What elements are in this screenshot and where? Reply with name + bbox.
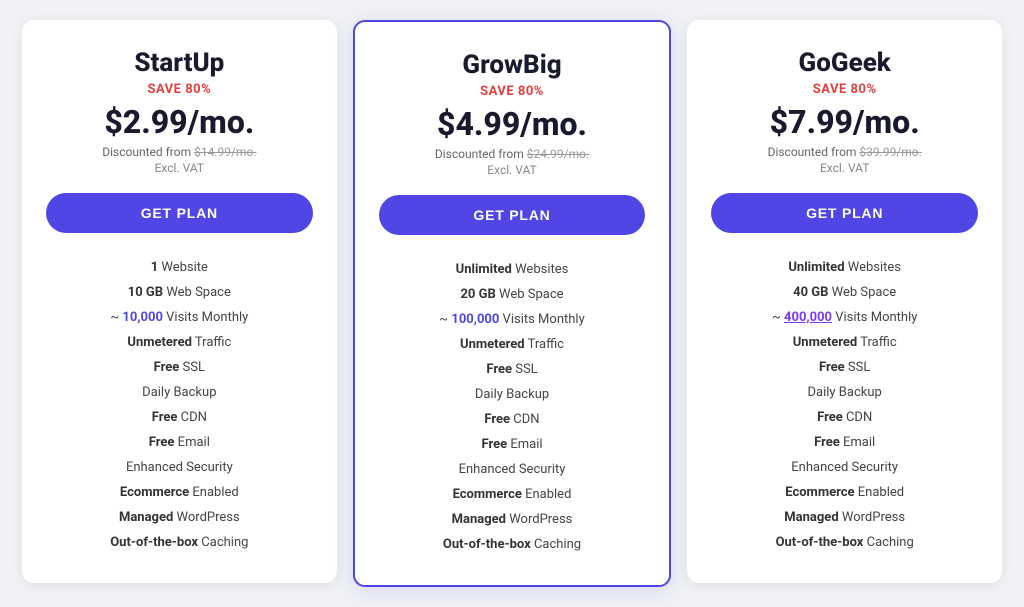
list-item: Free SSL <box>379 357 646 382</box>
list-item: Unmetered Traffic <box>379 332 646 357</box>
list-item: Enhanced Security <box>711 455 978 480</box>
get-plan-button-growbig[interactable]: GET PLAN <box>379 195 646 235</box>
get-plan-button-gogeek[interactable]: GET PLAN <box>711 193 978 233</box>
list-item: ~ 100,000 Visits Monthly <box>379 307 646 332</box>
list-item: Unmetered Traffic <box>46 330 313 355</box>
plan-card-gogeek: GoGeek SAVE 80% $7.99/mo. Discounted from $… <box>687 20 1002 583</box>
price-gogeek: $7.99/mo. <box>711 103 978 141</box>
get-plan-button-startup[interactable]: GET PLAN <box>46 193 313 233</box>
plan-card-startup: StartUp SAVE 80% $2.99/mo. Discounted from … <box>22 20 337 583</box>
list-item: Free SSL <box>711 355 978 380</box>
save-badge-gogeek: SAVE 80% <box>711 82 978 97</box>
excl-vat-gogeek: Excl. VAT <box>711 161 978 175</box>
list-item: Managed WordPress <box>379 507 646 532</box>
list-item: Free CDN <box>379 407 646 432</box>
list-item: Free CDN <box>46 405 313 430</box>
list-item: Unlimited Websites <box>711 255 978 280</box>
list-item: Out-of-the-box Caching <box>711 530 978 555</box>
list-item: Out-of-the-box Caching <box>379 532 646 557</box>
list-item: ~ 10,000 Visits Monthly <box>46 305 313 330</box>
list-item: Free CDN <box>711 405 978 430</box>
list-item: Free Email <box>711 430 978 455</box>
list-item: Out-of-the-box Caching <box>46 530 313 555</box>
list-item: Free SSL <box>46 355 313 380</box>
list-item: Managed WordPress <box>46 505 313 530</box>
list-item: Unmetered Traffic <box>711 330 978 355</box>
list-item: Enhanced Security <box>379 457 646 482</box>
list-item: Daily Backup <box>379 382 646 407</box>
plan-card-growbig: GrowBig SAVE 80% $4.99/mo. Discounted from … <box>353 20 672 587</box>
features-list-startup: 1 Website10 GB Web Space~ 10,000 Visits … <box>46 255 313 555</box>
original-price-growbig: Discounted from $24.99/mo. <box>379 147 646 161</box>
save-badge-growbig: SAVE 80% <box>379 84 646 99</box>
features-list-growbig: Unlimited Websites20 GB Web Space~ 100,0… <box>379 257 646 557</box>
original-price-gogeek: Discounted from $39.99/mo. <box>711 145 978 159</box>
excl-vat-startup: Excl. VAT <box>46 161 313 175</box>
features-list-gogeek: Unlimited Websites40 GB Web Space~ 400,0… <box>711 255 978 555</box>
list-item: Daily Backup <box>711 380 978 405</box>
list-item: Enhanced Security <box>46 455 313 480</box>
list-item: Ecommerce Enabled <box>46 480 313 505</box>
list-item: Managed WordPress <box>711 505 978 530</box>
list-item: 1 Website <box>46 255 313 280</box>
price-startup: $2.99/mo. <box>46 103 313 141</box>
list-item: Free Email <box>379 432 646 457</box>
list-item: 20 GB Web Space <box>379 282 646 307</box>
pricing-container: StartUp SAVE 80% $2.99/mo. Discounted from … <box>22 20 1002 587</box>
list-item: Free Email <box>46 430 313 455</box>
price-growbig: $4.99/mo. <box>379 105 646 143</box>
plan-name-gogeek: GoGeek <box>711 48 978 78</box>
excl-vat-growbig: Excl. VAT <box>379 163 646 177</box>
list-item: Ecommerce Enabled <box>711 480 978 505</box>
original-price-startup: Discounted from $14.99/mo. <box>46 145 313 159</box>
save-badge-startup: SAVE 80% <box>46 82 313 97</box>
list-item: Unlimited Websites <box>379 257 646 282</box>
list-item: 10 GB Web Space <box>46 280 313 305</box>
list-item: Ecommerce Enabled <box>379 482 646 507</box>
plan-name-startup: StartUp <box>46 48 313 78</box>
list-item: 40 GB Web Space <box>711 280 978 305</box>
plan-name-growbig: GrowBig <box>379 50 646 80</box>
list-item: ~ 400,000 Visits Monthly <box>711 305 978 330</box>
list-item: Daily Backup <box>46 380 313 405</box>
